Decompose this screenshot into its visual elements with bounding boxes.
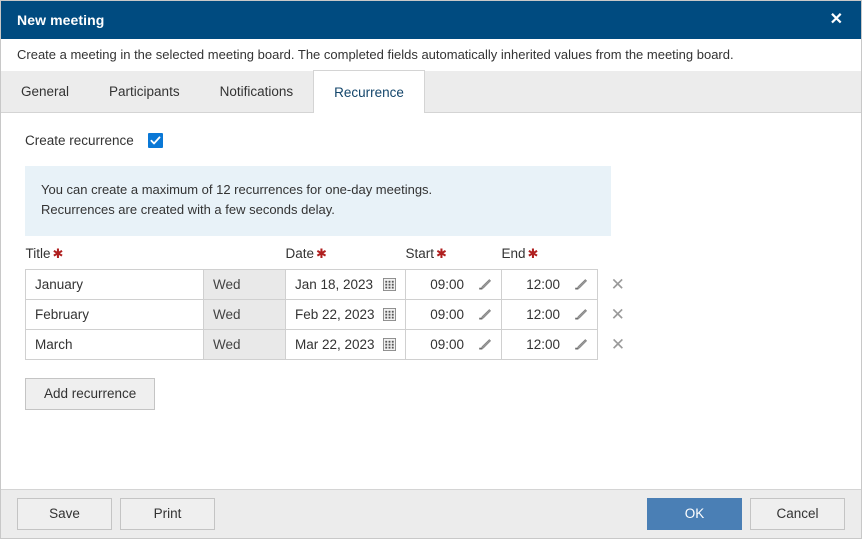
row-end-input[interactable]: 12:00 — [526, 277, 560, 292]
cell-end-time[interactable]: 12:00 — [501, 329, 598, 361]
cell-delete: ✕ — [598, 330, 639, 360]
footer-left-buttons: Save Print — [17, 498, 215, 530]
cell-start-time[interactable]: 09:00 — [405, 299, 502, 331]
row-weekday: Wed — [213, 277, 241, 293]
footer-right-buttons: OK Cancel — [647, 498, 845, 530]
row-title-input[interactable]: January — [35, 277, 83, 292]
required-star: ✱ — [436, 246, 447, 262]
column-header-title: Title ✱ — [26, 246, 204, 270]
delete-x-icon[interactable]: ✕ — [611, 336, 625, 353]
column-header-end-label: End — [501, 246, 526, 262]
pencil-icon[interactable] — [574, 278, 588, 292]
print-button[interactable]: Print — [120, 498, 215, 530]
row-start-input[interactable]: 09:00 — [430, 337, 464, 352]
dialog-title: New meeting — [17, 12, 105, 28]
tab-participants[interactable]: Participants — [89, 70, 200, 112]
tab-bar: General Participants Notifications Recur… — [1, 70, 861, 113]
create-recurrence-checkbox[interactable] — [147, 133, 163, 148]
column-header-start: Start ✱ — [406, 246, 502, 270]
delete-x-icon[interactable]: ✕ — [611, 306, 625, 323]
dialog-subtitle: Create a meeting in the selected meeting… — [17, 47, 734, 62]
info-line-1: You can create a maximum of 12 recurrenc… — [41, 182, 433, 197]
pencil-icon[interactable] — [574, 338, 588, 352]
new-meeting-dialog: New meeting ✕ Create a meeting in the se… — [0, 0, 862, 539]
close-icon[interactable]: ✕ — [826, 10, 847, 30]
table-header-row: Title ✱ Date ✱ Start ✱ End ✱ — [26, 246, 639, 270]
tab-notifications[interactable]: Notifications — [200, 70, 314, 112]
dialog-titlebar: New meeting ✕ — [1, 1, 861, 39]
cell-delete: ✕ — [598, 300, 639, 330]
row-end-input[interactable]: 12:00 — [526, 307, 560, 322]
cell-date[interactable]: Mar 22, 2023 — [285, 329, 406, 361]
cell-delete: ✕ — [598, 270, 639, 300]
cell-title[interactable]: January — [25, 269, 204, 301]
cell-end-time[interactable]: 12:00 — [501, 299, 598, 331]
required-star: ✱ — [316, 246, 327, 262]
pencil-icon[interactable] — [478, 278, 492, 292]
cell-start-time[interactable]: 09:00 — [405, 269, 502, 301]
row-weekday: Wed — [213, 337, 241, 353]
column-header-start-label: Start — [405, 246, 435, 262]
required-star: ✱ — [527, 246, 539, 262]
check-icon — [150, 136, 161, 145]
cell-title[interactable]: March — [25, 329, 204, 361]
calendar-icon[interactable] — [383, 278, 396, 292]
cell-end-time[interactable]: 12:00 — [501, 269, 598, 301]
tab-recurrence[interactable]: Recurrence — [313, 70, 425, 113]
info-line-2: Recurrences are created with a few secon… — [41, 202, 335, 218]
row-title-input[interactable]: March — [35, 337, 73, 352]
row-start-input[interactable]: 09:00 — [430, 277, 464, 292]
column-header-title-label: Title — [25, 246, 51, 262]
create-recurrence-label: Create recurrence — [25, 133, 134, 148]
cancel-button[interactable]: Cancel — [750, 498, 845, 530]
row-start-input[interactable]: 09:00 — [430, 307, 464, 322]
required-star: ✱ — [52, 246, 64, 262]
column-header-day — [204, 246, 286, 270]
row-end-input[interactable]: 12:00 — [526, 337, 560, 352]
dialog-subtitle-bar: Create a meeting in the selected meeting… — [1, 39, 861, 71]
tab-general[interactable]: General — [1, 70, 89, 112]
table-row: February Wed Feb 22, 2023 09:00 12:00 ✕ — [25, 299, 639, 331]
ok-button[interactable]: OK — [647, 498, 742, 530]
recurrence-table: Title ✱ Date ✱ Start ✱ End ✱ January Wed… — [25, 246, 639, 361]
row-date-input[interactable]: Jan 18, 2023 — [295, 277, 373, 292]
cell-weekday: Wed — [203, 299, 286, 331]
table-row: January Wed Jan 18, 2023 09:00 12:00 ✕ — [25, 269, 639, 301]
cell-weekday: Wed — [203, 269, 286, 301]
add-recurrence-wrap: Add recurrence — [25, 378, 837, 411]
pencil-icon[interactable] — [478, 338, 492, 352]
row-title-input[interactable]: February — [35, 307, 89, 322]
calendar-icon[interactable] — [383, 338, 396, 352]
cell-title[interactable]: February — [25, 299, 204, 331]
row-weekday: Wed — [213, 307, 241, 323]
table-row: March Wed Mar 22, 2023 09:00 12:00 ✕ — [25, 329, 639, 361]
column-header-end: End ✱ — [502, 246, 598, 270]
cell-weekday: Wed — [203, 329, 286, 361]
pencil-icon[interactable] — [478, 308, 492, 322]
add-recurrence-button[interactable]: Add recurrence — [25, 378, 156, 411]
recurrence-panel: Create recurrence You can create a maxim… — [1, 113, 861, 489]
column-header-date-label: Date — [285, 246, 315, 262]
save-button[interactable]: Save — [17, 498, 112, 530]
row-date-input[interactable]: Feb 22, 2023 — [295, 307, 375, 322]
cell-date[interactable]: Feb 22, 2023 — [285, 299, 406, 331]
column-header-date: Date ✱ — [286, 246, 406, 270]
delete-x-icon[interactable]: ✕ — [611, 276, 625, 293]
cell-start-time[interactable]: 09:00 — [405, 329, 502, 361]
pencil-icon[interactable] — [574, 308, 588, 322]
row-date-input[interactable]: Mar 22, 2023 — [295, 337, 375, 352]
create-recurrence-row: Create recurrence — [25, 113, 837, 166]
cell-date[interactable]: Jan 18, 2023 — [285, 269, 406, 301]
calendar-icon[interactable] — [383, 308, 396, 322]
dialog-footer: Save Print OK Cancel — [1, 489, 861, 538]
recurrence-info-box: You can create a maximum of 12 recurrenc… — [25, 166, 611, 237]
column-header-delete — [598, 246, 639, 270]
